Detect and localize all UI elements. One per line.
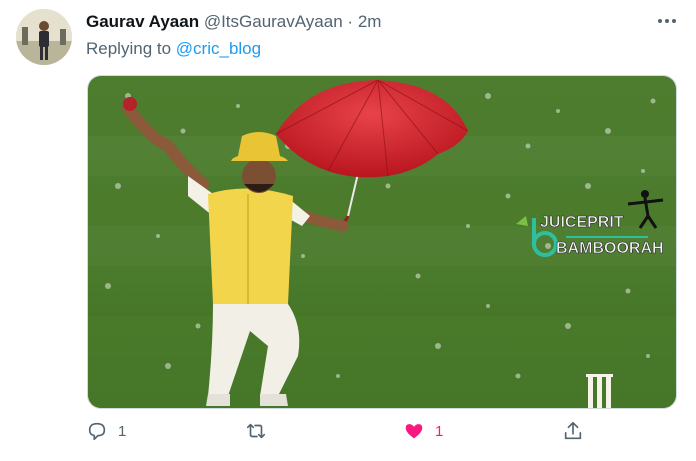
replying-to: Replying to @cric_blog [86,39,261,59]
share-button[interactable] [562,420,584,442]
retweet-icon [246,423,266,439]
tweet-media-image[interactable]: JUICEPRIT BAMBOORAH [87,75,677,409]
retweet-button[interactable] [245,420,277,442]
avatar-image [16,9,72,65]
separator-dot: · [347,12,354,31]
watermark-line1: JUICEPRIT [540,214,624,231]
reply-icon [88,422,106,441]
reply-mention-link[interactable]: @cric_blog [176,39,261,58]
tweet[interactable]: Gaurav Ayaan @ItsGauravAyaan · 2m Replyi… [0,0,696,461]
author-handle[interactable]: @ItsGauravAyaan [204,12,343,31]
heart-icon [405,424,423,439]
reply-count: 1 [118,422,127,440]
tweet-actions-bar: 1 1 [0,420,696,450]
like-count: 1 [435,422,444,440]
like-button[interactable]: 1 [403,420,443,442]
tweet-header: Gaurav Ayaan @ItsGauravAyaan · 2m [86,12,381,32]
replying-to-label: Replying to [86,39,172,58]
cricket-stumps [586,374,613,408]
watermark-line2: BAMBOORAH [556,240,664,257]
author-name[interactable]: Gaurav Ayaan [86,12,199,31]
timestamp[interactable]: 2m [358,12,382,31]
reply-button[interactable]: 1 [86,420,126,442]
more-options-icon[interactable] [656,10,678,32]
share-icon [564,421,582,440]
avatar[interactable] [16,9,72,65]
